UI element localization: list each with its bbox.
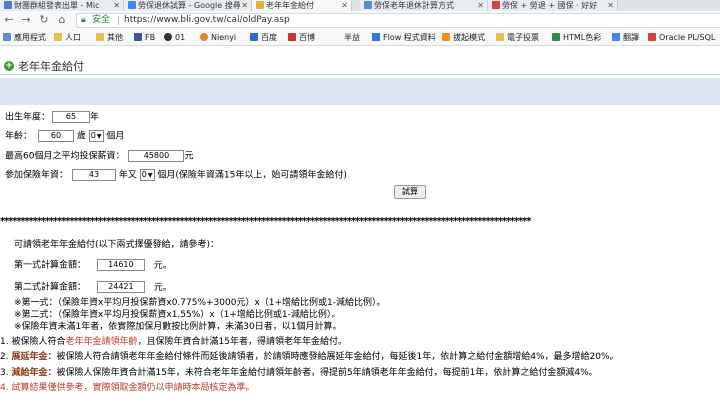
age-row: 年齡： 60 歲 0▼ 個月 [5, 130, 125, 142]
apps-icon [3, 33, 11, 41]
formula1-value: 14610 [96, 259, 145, 271]
translate-icon [612, 33, 620, 41]
bookmark[interactable]: HTML色彩 [552, 33, 601, 43]
bookmark[interactable]: 01 [164, 33, 185, 43]
years-month-select[interactable]: 0▼ [139, 169, 155, 181]
google-icon [128, 1, 136, 9]
facebook-icon [134, 33, 142, 41]
back-icon[interactable]: ← [3, 14, 15, 26]
bookmarks-bar: 應用程式 人口 其他 FB 01 Nienyi 百度 百博 半益 Flow 程式… [0, 30, 720, 46]
lock-icon: 🔒︎ [81, 15, 86, 25]
list-item: 4. 試算結果僅供參考，實際領取金額仍以申請時本局核定為準。 [0, 383, 255, 393]
address-bar[interactable]: 🔒︎ 安全 https://www.bli.gov.tw/cal/oldPay.… [76, 13, 720, 28]
tab-strip: 財團群組發表出單 - Mic ✕ 勞保退休試算 - Google 搜尋 ✕ 老年年金… [0, 0, 720, 11]
formula1-row: 第一式計算金額： 14610 元。 [14, 259, 172, 271]
baidu-icon [250, 33, 258, 41]
close-icon[interactable]: ✕ [341, 0, 348, 11]
close-icon[interactable]: ✕ [607, 0, 614, 11]
folder-icon [496, 33, 504, 41]
oracle-icon [648, 33, 656, 41]
bookmark[interactable]: 半益 [344, 33, 360, 43]
bookmark[interactable]: 人口 [54, 33, 81, 43]
note-formula2: ※第二式：（保險年資x平均月投保薪資x1.55%）x（1+增給比例或1-減給比例… [14, 310, 341, 320]
tab-favicon-icon [256, 1, 264, 9]
birth-year-input[interactable]: 65 [52, 111, 91, 123]
bookmark[interactable]: 拔起模式 [442, 33, 485, 43]
bookmark-icon [288, 33, 296, 41]
salary-input[interactable]: 45800 [128, 150, 185, 162]
bookmark[interactable]: 電子投票 [496, 33, 539, 43]
tab-3[interactable]: 勞保老年退休計算方式 ✕ [360, 0, 488, 11]
note-years: ※保險年資未滿1年者，依實際加保月數按比例計算，未滿30日者，以1個月計算。 [14, 322, 342, 332]
secure-label: 安全 [92, 15, 111, 25]
tab-2[interactable]: 老年年金給付 ✕ [252, 0, 352, 11]
bookmark[interactable]: 其他 [96, 33, 123, 43]
bookmark-icon [552, 33, 560, 41]
divider [118, 16, 119, 25]
tab-4[interactable]: 勞保 + 勞退 + 國保 · 好好 ✕ [488, 0, 618, 11]
list-item: 3. 減給年金：被保險人保險年資合計滿15年，未符合老年年金給付請領年齡者，得提… [0, 368, 598, 378]
banner [0, 78, 720, 105]
tab-favicon-icon [492, 1, 500, 9]
close-icon[interactable]: ✕ [241, 0, 248, 11]
folder-icon [96, 33, 104, 41]
formula2-row: 第二式計算金額： 24421 元。 [14, 281, 172, 293]
years-row: 參加保險年資： 43 年又 0▼ 個月(保險年資滿15年以上，始可請領年金給付) [5, 169, 347, 181]
close-icon[interactable]: ✕ [113, 0, 120, 11]
calculate-button[interactable]: 試算 [394, 185, 426, 199]
bookmark-icon [200, 33, 208, 41]
star-icon [442, 33, 450, 41]
tab-0[interactable]: 財團群組發表出單 - Mic ✕ [0, 0, 124, 11]
url-text[interactable]: https://www.bli.gov.tw/cal/oldPay.asp [124, 14, 290, 27]
list-item: 2. 展延年金：被保險人符合請領老年年金給付條件而延後請領者，於請領時應發給展延… [0, 352, 619, 362]
bookmark[interactable]: Flow 程式資料 [372, 33, 436, 43]
plus-icon: + [4, 61, 14, 71]
chevron-down-icon: ▼ [96, 133, 102, 140]
tab-favicon-icon [364, 1, 372, 9]
divider [0, 74, 720, 75]
list-item: 1. 被保險人符合老年年金請領年齡，且保險年資合計滿15年者，得請領老年年金給付… [0, 337, 347, 347]
home-icon[interactable]: ⌂ [56, 14, 68, 26]
bookmark[interactable]: Nienyi [200, 33, 236, 43]
bookmark[interactable]: Oracle PL/SQL [648, 33, 715, 43]
note-formula1: ※第一式：（保險年資x平均月投保薪資x0.775%+3000元）x（1+增給比例… [14, 298, 386, 308]
bookmark-apps[interactable]: 應用程式 [3, 33, 46, 43]
bookmark[interactable]: FB [134, 33, 155, 43]
result-intro: 可請領老年年金給付(以下兩式擇優發給，請參考)： [14, 240, 220, 250]
chevron-down-icon: ▼ [147, 172, 153, 179]
page-title: 老年年金給付 [18, 60, 84, 73]
formula2-value: 24421 [96, 281, 145, 293]
birth-year-row: 出生年度： 65 年 [5, 111, 100, 123]
divider-stars: ****************************************… [0, 217, 531, 227]
bookmark[interactable]: 翻譯 [612, 33, 639, 43]
folder-icon [54, 33, 62, 41]
forward-icon[interactable]: → [20, 14, 32, 26]
browser-toolbar: ← → ↻ ⌂ 🔒︎ 安全 https://www.bli.gov.tw/cal… [0, 11, 720, 30]
tab-favicon-icon [4, 1, 12, 9]
bookmark[interactable]: 百博 [288, 33, 315, 43]
flow-icon [372, 33, 380, 41]
tab-1[interactable]: 勞保退休試算 - Google 搜尋 ✕ [124, 0, 252, 11]
reload-icon[interactable]: ↻ [38, 14, 50, 26]
salary-row: 最高60個月之平均投保薪資： 45800 元 [5, 150, 194, 162]
bookmark-icon [164, 33, 172, 41]
years-input[interactable]: 43 [72, 169, 117, 181]
age-month-select[interactable]: 0▼ [88, 130, 104, 142]
bookmark[interactable]: 百度 [250, 33, 277, 43]
age-input[interactable]: 60 [38, 130, 75, 142]
close-icon[interactable]: ✕ [477, 0, 484, 11]
